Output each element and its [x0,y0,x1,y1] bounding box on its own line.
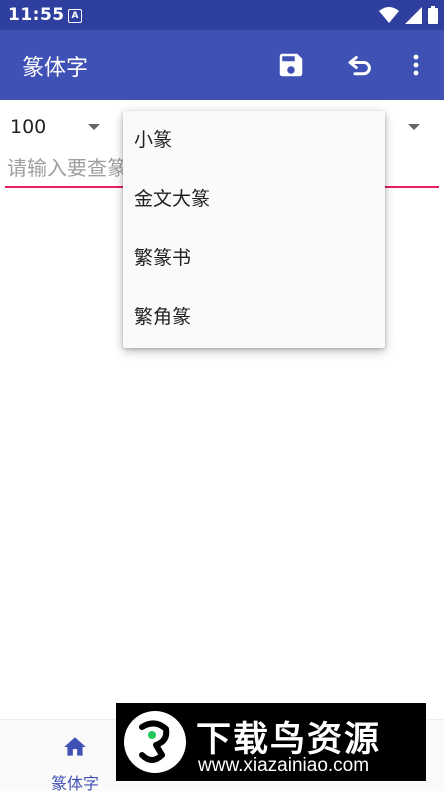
status-time: 11:55 [8,5,65,25]
app-screen: 11:55 A 篆体字 100 请输入要查篆 小篆 金文大篆 繁篆书 繁角篆 篆… [0,0,444,791]
signal-icon [405,6,422,28]
save-icon [279,53,303,77]
size-value: 100 [10,116,47,138]
dropdown-item-jinwen-dazhuan[interactable]: 金文大篆 [123,170,385,229]
home-icon [64,737,86,756]
status-bar: 11:55 A [0,0,444,30]
font-style-dropdown: 小篆 金文大篆 繁篆书 繁角篆 [123,111,385,348]
save-button[interactable] [274,48,308,82]
dropdown-item-fan-jiaozhuan[interactable]: 繁角篆 [123,288,385,347]
status-icons [379,6,438,28]
watermark-logo [124,711,186,773]
chevron-down-icon [408,124,420,130]
more-vert-icon [413,54,419,76]
notification-icon: A [68,9,82,23]
wifi-icon [379,6,399,28]
size-spinner[interactable]: 100 [0,108,110,144]
dropdown-item-xiaozhuan[interactable]: 小篆 [123,111,385,170]
dropdown-item-fan-zhuanshu[interactable]: 繁篆书 [123,229,385,288]
undo-button[interactable] [342,48,378,82]
nav-item-home[interactable]: 篆体字 [28,728,122,791]
app-title: 篆体字 [22,56,89,81]
chevron-down-icon [88,124,100,130]
undo-icon [348,56,371,76]
more-options-button[interactable] [404,48,428,82]
font-spinner[interactable] [400,108,430,144]
watermark-url: www.xiazainiao.com [198,755,370,776]
watermark: 下载鸟资源 www.xiazainiao.com [116,703,426,781]
battery-icon [428,6,438,28]
app-bar: 篆体字 [0,30,444,100]
nav-item-label: 篆体字 [50,774,99,791]
